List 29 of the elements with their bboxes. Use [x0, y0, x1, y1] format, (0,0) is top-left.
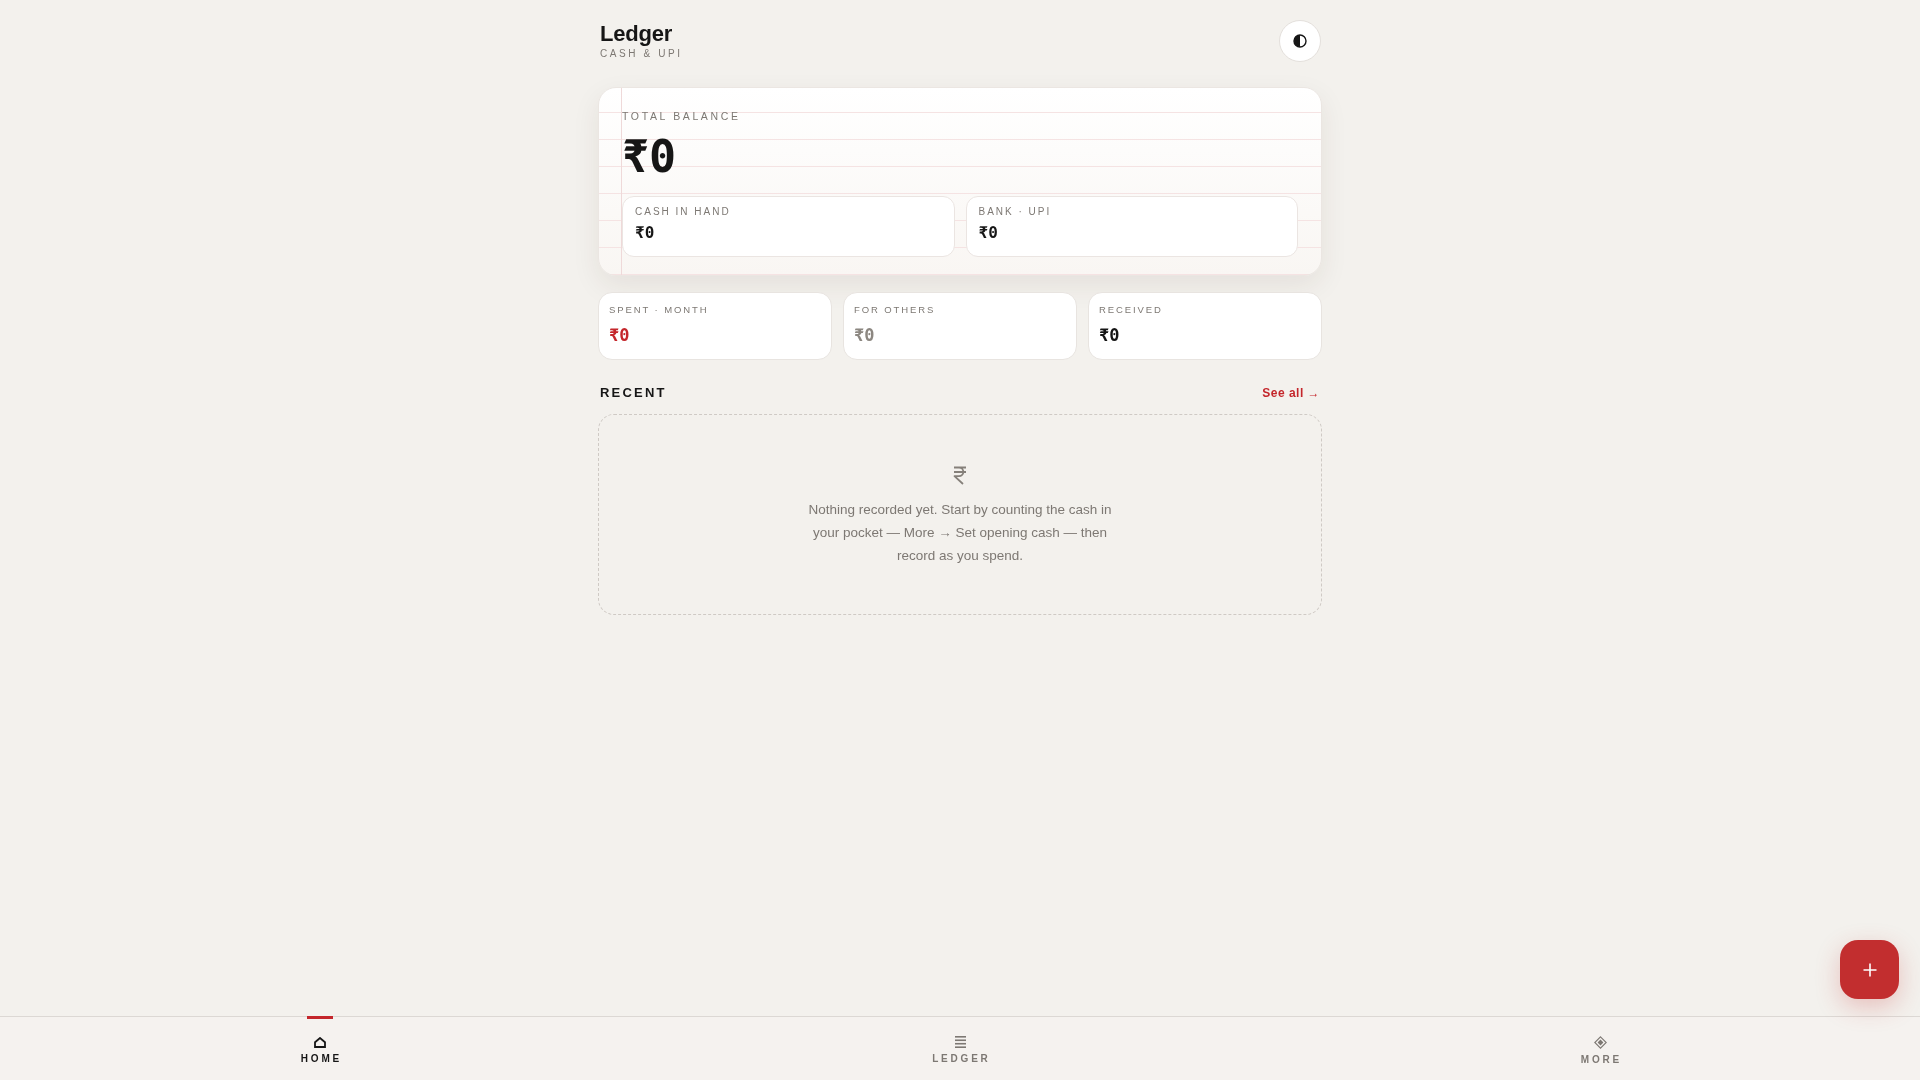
account-label: CASH IN HAND — [635, 205, 732, 219]
home-icon — [314, 1036, 326, 1048]
stat-label: RECEIVED — [1099, 303, 1164, 317]
app-subtitle: CASH & UPI — [600, 47, 683, 61]
account-amount: ₹0 — [635, 223, 656, 243]
balance-label: TOTAL BALANCE — [622, 109, 742, 123]
account-amount: ₹0 — [978, 223, 999, 243]
diamond-icon — [1593, 1035, 1607, 1049]
app-title: Ledger — [600, 21, 674, 47]
contrast-icon — [1293, 34, 1307, 48]
stat-amount: ₹0 — [609, 325, 631, 345]
stat-label: SPENT · MONTH — [609, 303, 710, 317]
account-label: BANK · UPI — [978, 205, 1053, 219]
empty-state-message: Nothing recorded yet. Start by counting the cash in your pocket — More → Set opening cash — then record as you spend. — [807, 501, 1113, 565]
stat-amount: ₹0 — [854, 325, 876, 345]
section-title: RECENT — [600, 385, 667, 401]
see-all-link[interactable]: See all → — [1262, 385, 1320, 401]
nav-tab[interactable]: MORE — [1570, 1017, 1630, 1080]
rupee-icon — [953, 466, 967, 485]
theme-toggle-button[interactable] — [1279, 20, 1321, 62]
stat-amount: ₹0 — [1099, 325, 1121, 345]
active-tab-indicator — [307, 1016, 333, 1019]
list-icon — [954, 1036, 966, 1048]
nav-tab[interactable]: LEDGER — [921, 1017, 999, 1080]
stat-label: FOR OTHERS — [854, 303, 937, 317]
nav-tab[interactable]: HOME — [290, 1017, 350, 1080]
balance-amount: ₹0 — [622, 130, 678, 184]
plus-icon — [1862, 962, 1877, 977]
add-button[interactable] — [1840, 940, 1899, 999]
